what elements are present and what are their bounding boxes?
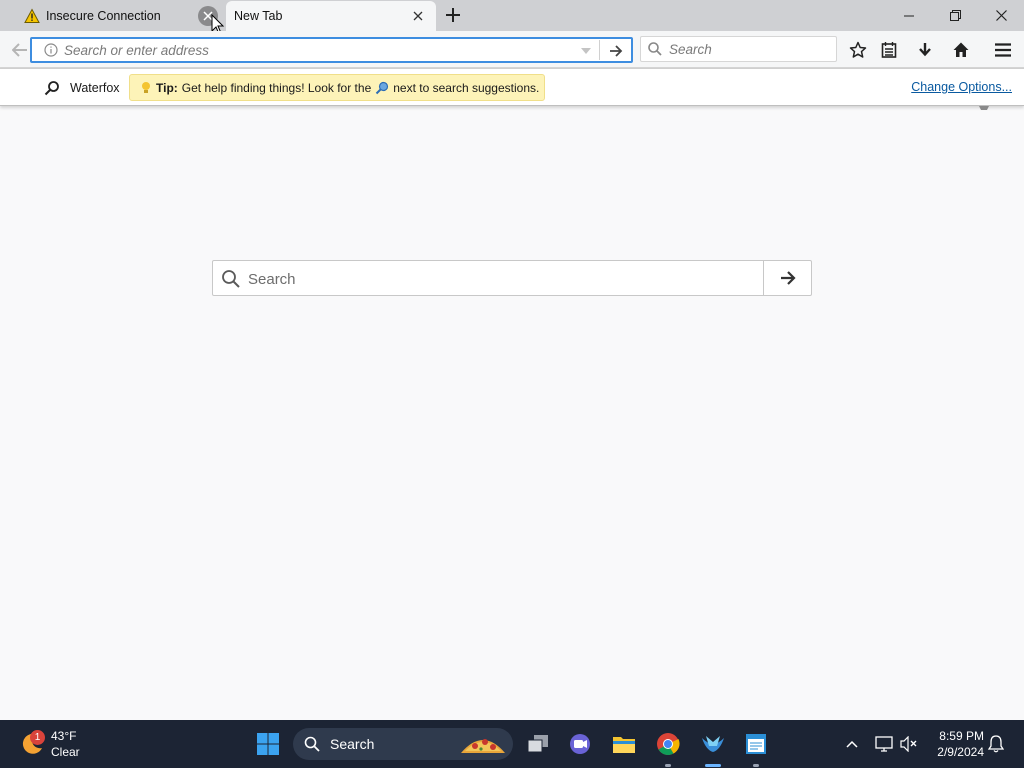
search-icon (222, 270, 240, 288)
minimize-button[interactable] (886, 0, 932, 31)
tab-insecure-connection[interactable]: Insecure Connection (14, 1, 226, 31)
magnifier-icon (376, 81, 389, 94)
windows-taskbar: 1 43°F Clear Search 8:59 PM 2/9/2024 (0, 720, 1024, 768)
pizza-icon (461, 739, 505, 753)
notepad-icon[interactable] (740, 728, 772, 760)
running-indicator (753, 764, 759, 767)
weather-condition: Clear (51, 745, 80, 759)
search-engine-label: Waterfox (70, 81, 120, 95)
tip-text-after: next to search suggestions. (393, 80, 540, 95)
active-app-indicator (705, 764, 721, 767)
tab-title: Insecure Connection (46, 9, 161, 23)
search-input[interactable]: Search (669, 42, 712, 57)
tab-new-tab[interactable]: New Tab (226, 1, 436, 31)
back-button[interactable] (8, 38, 32, 62)
weather-widget[interactable]: 1 43°F Clear (18, 726, 88, 762)
search-icon (648, 42, 662, 56)
show-hidden-icons-chevron-icon[interactable] (842, 734, 862, 754)
restore-button[interactable] (932, 0, 978, 31)
home-button[interactable] (950, 39, 972, 61)
change-options-link[interactable]: Change Options... (911, 80, 1012, 94)
teams-meet-icon[interactable] (564, 728, 596, 760)
weather-badge: 1 (30, 730, 45, 745)
address-input[interactable]: Search or enter address (64, 43, 209, 58)
search-suggestions-bar: Waterfox Tip: Get help finding things! L… (0, 68, 1024, 106)
running-indicator (665, 764, 671, 767)
lightbulb-icon (142, 81, 150, 93)
notifications-bell-icon[interactable] (986, 734, 1006, 754)
tip-banner: Tip: Get help finding things! Look for t… (129, 74, 545, 101)
navigation-toolbar: Search or enter address Search (0, 31, 1024, 68)
bookmark-star-button[interactable] (847, 39, 869, 61)
close-tab-icon[interactable] (408, 6, 428, 26)
task-view-icon[interactable] (522, 728, 554, 760)
clock-time: 8:59 PM (939, 729, 984, 743)
address-bar[interactable]: Search or enter address (30, 37, 633, 63)
new-tab-button[interactable] (443, 5, 463, 25)
go-arrow-button[interactable] (606, 42, 626, 60)
system-clock[interactable]: 8:59 PM 2/9/2024 (928, 728, 984, 760)
file-explorer-icon[interactable] (608, 728, 640, 760)
reading-list-button[interactable] (878, 39, 900, 61)
customize-gear-icon[interactable] (978, 106, 990, 110)
content-search-go-button[interactable] (764, 261, 812, 295)
divider (599, 40, 600, 60)
tab-strip: Insecure Connection New Tab (0, 0, 1024, 35)
content-search-input[interactable]: Search (248, 271, 296, 288)
dropdown-arrow-icon[interactable] (578, 44, 594, 58)
downloads-button[interactable] (914, 39, 936, 61)
search-engine-item[interactable]: Waterfox (44, 80, 120, 96)
search-icon (304, 736, 320, 752)
taskbar-search-label: Search (330, 736, 375, 752)
warning-icon (24, 8, 40, 23)
menu-hamburger-button[interactable] (992, 39, 1014, 61)
tab-title: New Tab (234, 9, 283, 23)
content-search-box[interactable]: Search (212, 260, 812, 296)
taskbar-search[interactable]: Search (293, 728, 513, 760)
chrome-icon[interactable] (652, 728, 684, 760)
weather-temperature: 43°F (51, 729, 77, 743)
waterfox-icon[interactable] (697, 728, 729, 760)
windows-start-icon[interactable] (256, 732, 280, 756)
search-icon (44, 81, 59, 96)
volume-muted-icon[interactable] (899, 734, 919, 754)
tip-text-before: Get help finding things! Look for the (181, 80, 372, 95)
search-bar[interactable]: Search (640, 36, 837, 62)
clock-date: 2/9/2024 (937, 745, 984, 759)
info-icon[interactable] (44, 43, 58, 57)
network-icon[interactable] (874, 734, 894, 754)
tip-label: Tip: (156, 80, 178, 95)
close-window-button[interactable] (978, 0, 1024, 31)
